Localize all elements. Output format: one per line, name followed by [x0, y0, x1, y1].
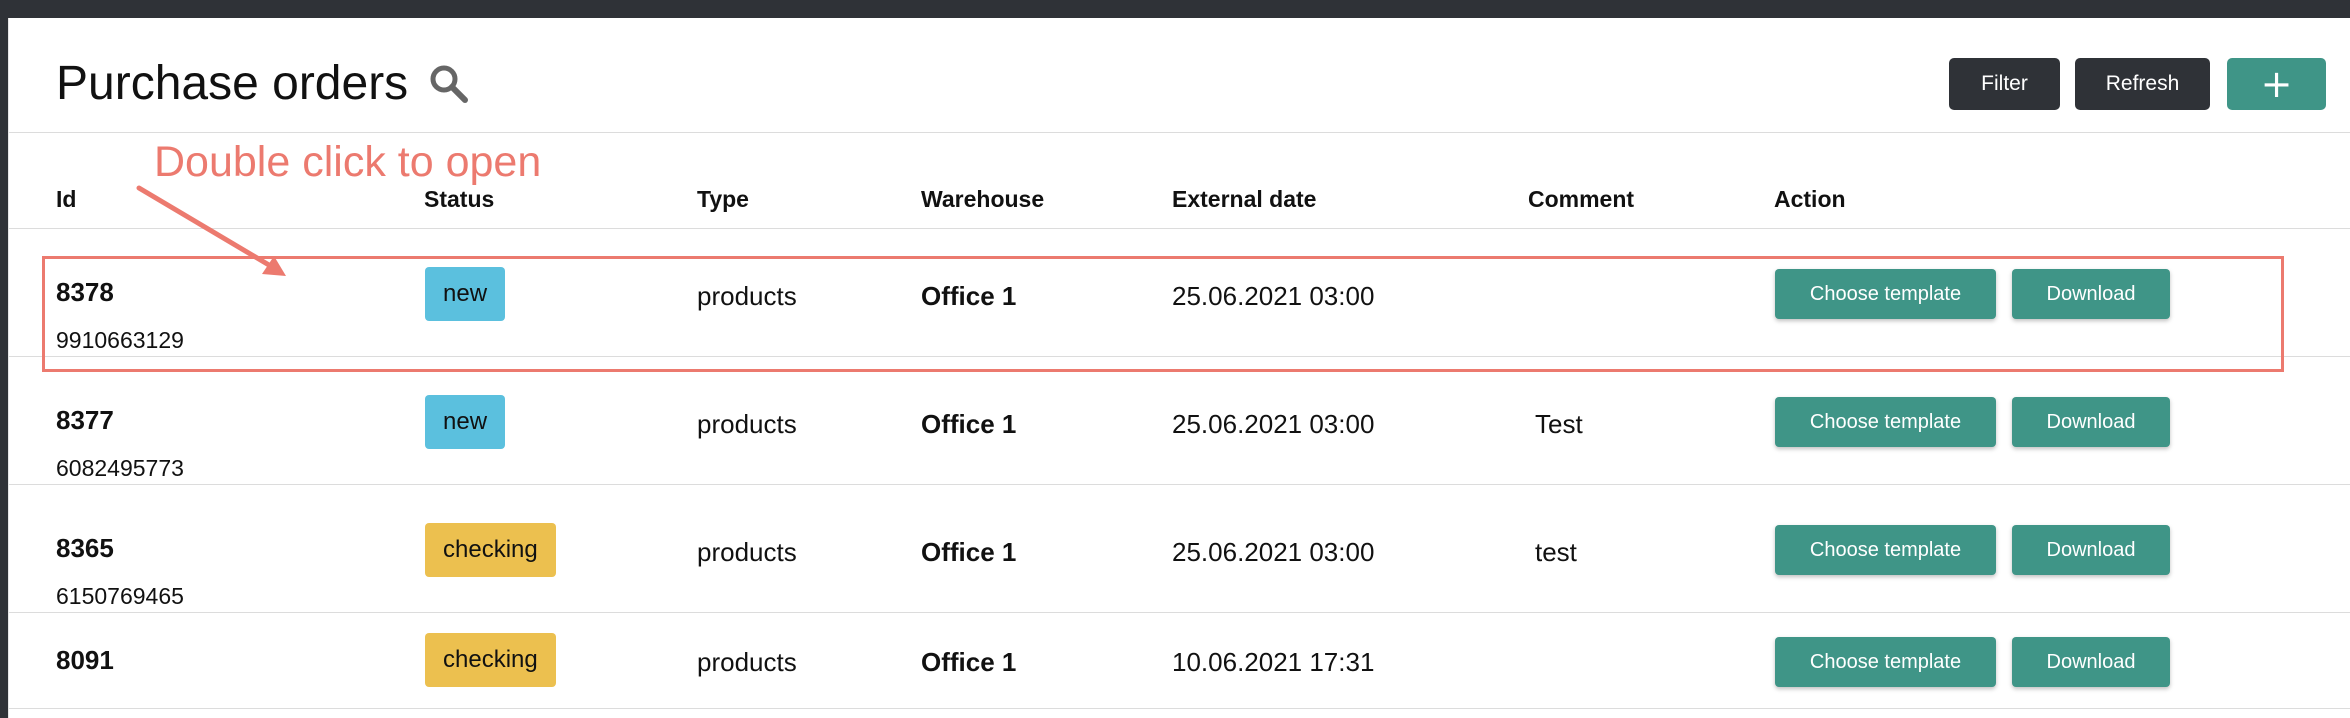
purchase-orders-panel: Purchase orders Filter Refresh + Id Stat…: [8, 18, 2350, 718]
table-row[interactable]: 8377 6082495773 new products Office 1 25…: [9, 357, 2350, 485]
column-header-external-date[interactable]: External date: [1172, 186, 1316, 213]
add-order-button[interactable]: +: [2227, 58, 2326, 110]
column-header-id[interactable]: Id: [56, 186, 76, 213]
window-top-bar: [0, 0, 2350, 18]
column-header-warehouse[interactable]: Warehouse: [921, 186, 1044, 213]
order-comment: Test: [1535, 409, 1583, 439]
column-header-type[interactable]: Type: [697, 186, 749, 213]
choose-template-button[interactable]: Choose template: [1775, 397, 1996, 447]
order-id: 8365: [56, 533, 114, 563]
order-external-date: 10.06.2021 17:31: [1172, 647, 1375, 677]
status-badge: new: [425, 395, 506, 449]
table-row[interactable]: 8091 checking products Office 1 10.06.20…: [9, 613, 2350, 709]
order-id: 8091: [56, 645, 114, 675]
order-number: 6082495773: [56, 455, 184, 481]
search-icon[interactable]: [427, 62, 471, 106]
order-type: products: [697, 647, 797, 677]
download-button[interactable]: Download: [2012, 637, 2170, 687]
panel-header: Purchase orders Filter Refresh +: [9, 18, 2350, 133]
filter-button[interactable]: Filter: [1949, 58, 2060, 110]
table-row[interactable]: 8365 6150769465 checking products Office…: [9, 485, 2350, 613]
refresh-button[interactable]: Refresh: [2075, 58, 2210, 110]
order-warehouse: Office 1: [921, 537, 1017, 567]
page-title: Purchase orders: [56, 57, 409, 110]
order-external-date: 25.06.2021 03:00: [1172, 409, 1375, 439]
column-header-status[interactable]: Status: [424, 186, 494, 213]
status-badge: checking: [425, 633, 556, 687]
column-header-action: Action: [1774, 186, 1846, 212]
order-external-date: 25.06.2021 03:00: [1172, 537, 1375, 567]
order-number: 6150769465: [56, 583, 184, 609]
choose-template-button[interactable]: Choose template: [1775, 637, 1996, 687]
download-button[interactable]: Download: [2012, 397, 2170, 447]
order-id: 8377: [56, 405, 114, 435]
order-comment: test: [1535, 537, 1577, 567]
download-button[interactable]: Download: [2012, 525, 2170, 575]
status-badge: checking: [425, 523, 556, 577]
annotation-highlight-box: [42, 256, 2284, 372]
column-header-comment[interactable]: Comment: [1528, 186, 1634, 213]
order-type: products: [697, 537, 797, 567]
order-warehouse: Office 1: [921, 409, 1017, 439]
order-type: products: [697, 409, 797, 439]
window-left-bar: [0, 18, 8, 718]
order-warehouse: Office 1: [921, 647, 1017, 677]
choose-template-button[interactable]: Choose template: [1775, 525, 1996, 575]
